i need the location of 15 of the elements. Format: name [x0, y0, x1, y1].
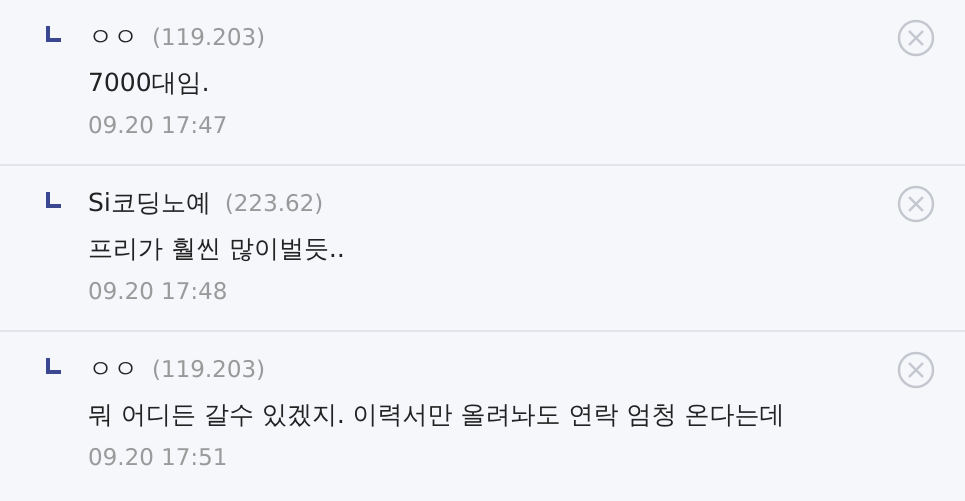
comment-text: 뭐 어디든 갈수 있겠지. 이력서만 올려놔도 연락 엄청 온다는데 — [88, 399, 786, 431]
comment-text: 프리가 훨씬 많이벌듯.. — [88, 233, 346, 265]
comment-time: 09.20 17:48 — [88, 278, 228, 307]
nickname: ㅇㅇ — [88, 353, 138, 385]
ip-address: (223.62) — [224, 190, 324, 219]
delete-icon[interactable] — [897, 185, 935, 223]
nickname: ㅇㅇ — [88, 21, 138, 53]
delete-icon[interactable] — [897, 19, 935, 57]
comment-text: 7000대임. — [88, 67, 211, 99]
nickname: Si코딩노예 — [88, 187, 211, 219]
ip-address: (119.203) — [152, 24, 266, 53]
delete-icon[interactable] — [897, 351, 935, 389]
ip-address: (119.203) — [152, 356, 266, 385]
comment-time: 09.20 17:47 — [88, 112, 228, 141]
comment-time: 09.20 17:51 — [88, 444, 228, 473]
